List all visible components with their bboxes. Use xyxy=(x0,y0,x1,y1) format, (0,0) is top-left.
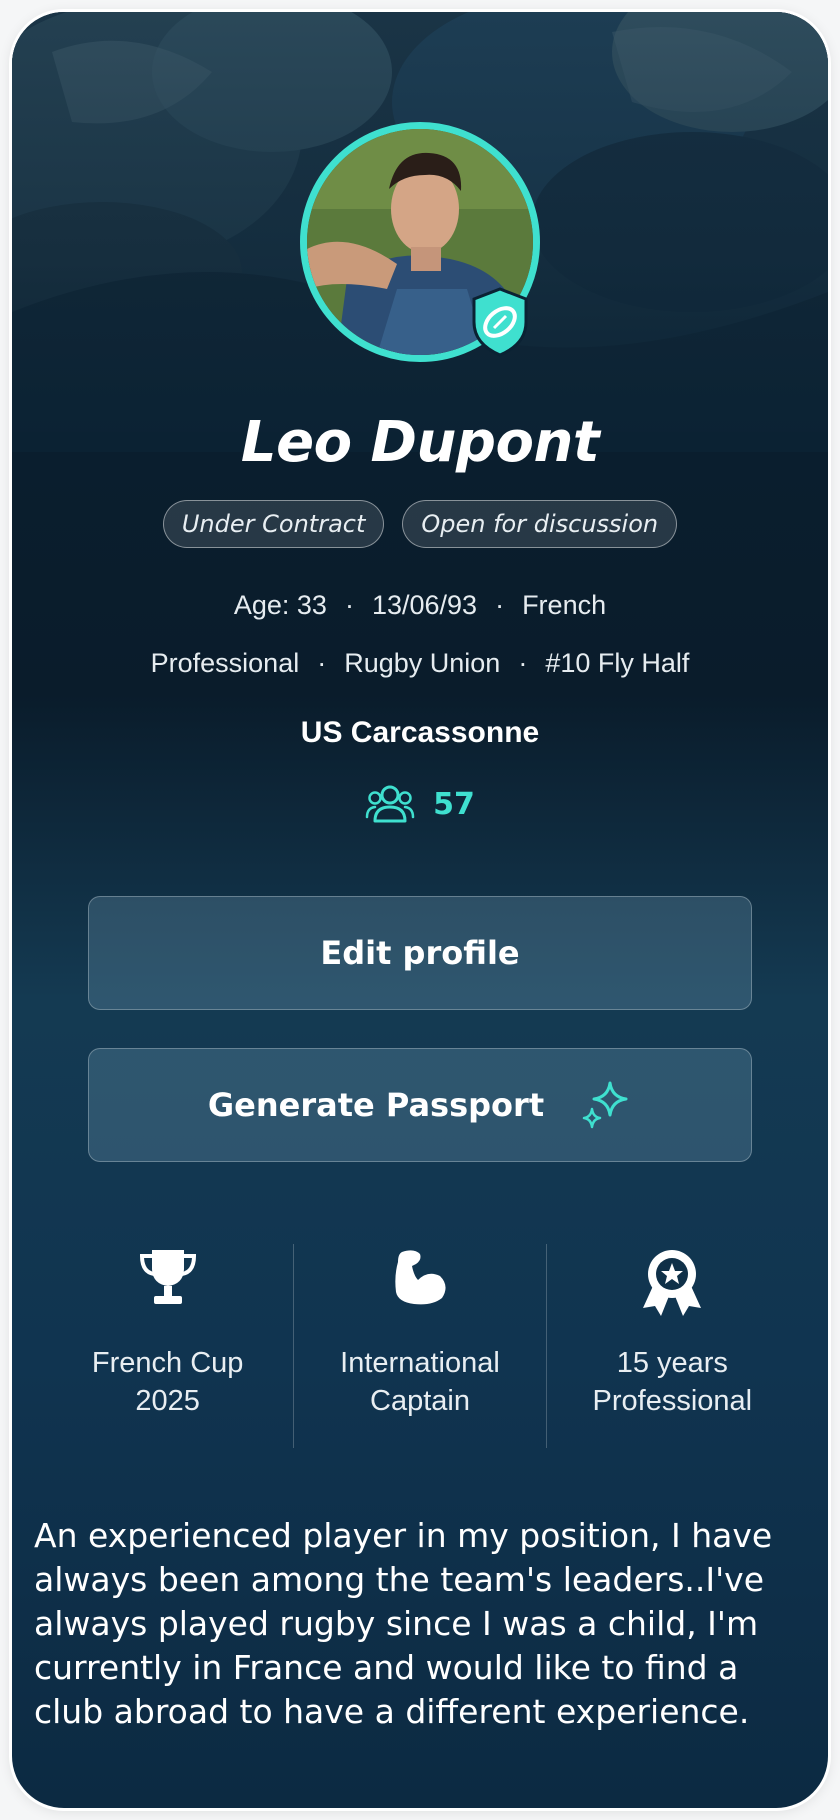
age-text: Age: 33 xyxy=(233,590,327,620)
followers-icon xyxy=(365,785,415,823)
separator-dot: · xyxy=(495,590,505,620)
avatar[interactable] xyxy=(300,122,540,362)
rugby-badge-icon xyxy=(468,286,532,358)
achievement-item: International Captain xyxy=(293,1244,545,1448)
personal-info-line: Age: 33 · 13/06/93 · French xyxy=(12,590,828,621)
generate-passport-label: Generate Passport xyxy=(207,1086,545,1124)
birthdate-text: 13/06/93 xyxy=(371,590,478,620)
achievement-title: 15 years xyxy=(616,1347,728,1379)
bio-text: An experienced player in my position, I … xyxy=(34,1516,773,1731)
club-name: US Carcassonne xyxy=(300,716,540,749)
achievement-title: French Cup xyxy=(91,1347,244,1379)
separator-dot: · xyxy=(344,590,354,620)
career-info-line: Professional · Rugby Union · #10 Fly Half xyxy=(12,648,828,679)
status-chips: Under Contract Open for discussion xyxy=(12,500,828,548)
separator-dot: · xyxy=(317,648,327,678)
profile-card: Leo Dupont Under Contract Open for discu… xyxy=(12,12,828,1808)
achievements-row: French Cup 2025 International Captain 15… xyxy=(42,1244,798,1448)
flexed-arm-icon xyxy=(395,1250,446,1305)
edit-profile-button[interactable]: Edit profile xyxy=(88,896,752,1010)
followers-count[interactable]: 57 xyxy=(12,784,828,824)
availability-status-badge: Open for discussion xyxy=(402,500,678,548)
edit-profile-label: Edit profile xyxy=(320,934,520,972)
sparkles-icon xyxy=(582,1081,628,1129)
achievement-subtitle: Captain xyxy=(370,1385,470,1417)
separator-dot: · xyxy=(518,648,528,678)
generate-passport-button[interactable]: Generate Passport xyxy=(88,1048,752,1162)
player-name: Leo Dupont xyxy=(240,410,600,475)
achievement-subtitle: 2025 xyxy=(135,1385,200,1417)
achievement-item: French Cup 2025 xyxy=(42,1244,293,1448)
achievement-title: International xyxy=(340,1347,500,1379)
nationality-text: French xyxy=(522,590,607,620)
trophy-icon xyxy=(139,1250,196,1304)
level-text: Professional xyxy=(150,648,300,678)
sport-text: Rugby Union xyxy=(344,648,501,678)
achievement-subtitle: Professional xyxy=(592,1385,753,1417)
achievement-item: 15 years Professional xyxy=(545,1244,798,1448)
position-text: #10 Fly Half xyxy=(545,648,690,678)
award-ribbon-icon xyxy=(643,1250,702,1316)
contract-status-badge: Under Contract xyxy=(162,500,385,548)
followers-number: 57 xyxy=(433,786,475,822)
